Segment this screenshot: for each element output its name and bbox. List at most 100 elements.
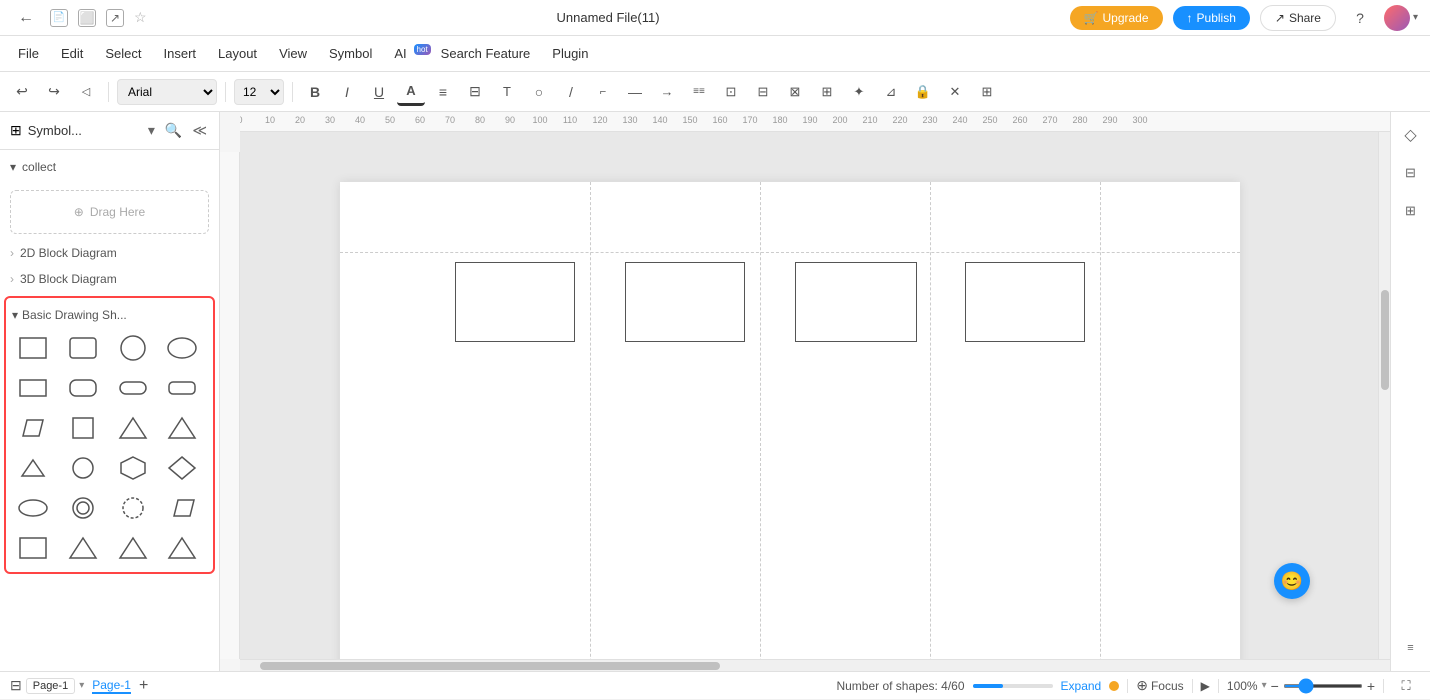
menu-plugin[interactable]: Plugin — [542, 42, 598, 65]
canvas-area[interactable]: 😊 — [240, 132, 1390, 659]
shape-pill[interactable] — [112, 370, 154, 406]
shape-align-tl[interactable]: ⊡ — [717, 78, 745, 106]
canvas-shape-1[interactable] — [455, 262, 575, 342]
shape-parallelogram-right[interactable] — [161, 490, 203, 526]
publish-button[interactable]: ↑ Publish — [1173, 6, 1250, 30]
vertical-scrollbar-thumb[interactable] — [1381, 290, 1389, 390]
right-panel-collapse-button[interactable]: ≡ — [1396, 633, 1426, 663]
expand-link[interactable]: Expand — [1061, 679, 1102, 693]
shape-circle-dashed[interactable] — [112, 490, 154, 526]
shape-triangle-outline[interactable] — [62, 530, 104, 566]
zoom-in-button[interactable]: + — [1367, 678, 1375, 694]
canvas-shape-4[interactable] — [965, 262, 1085, 342]
right-panel-layout-button[interactable]: ⊟ — [1396, 158, 1426, 188]
shape-small-rect[interactable] — [12, 370, 54, 406]
underline-button[interactable]: U — [365, 78, 393, 106]
shape-triangle-right[interactable] — [161, 410, 203, 446]
font-size-select[interactable]: 12 — [234, 79, 284, 105]
font-color-button[interactable]: A — [397, 78, 425, 106]
page-1-dropdown[interactable]: ▾ — [79, 680, 84, 691]
shape-rect-solid[interactable] — [12, 330, 54, 366]
drag-here-zone[interactable]: ⊕ Drag Here — [10, 190, 209, 234]
shape-triangle-sm[interactable] — [12, 450, 54, 486]
back-history-button[interactable]: ◁ — [72, 78, 100, 106]
filter-button[interactable]: ⊿ — [877, 78, 905, 106]
shape-align-tc[interactable]: ⊟ — [749, 78, 777, 106]
align-options-button[interactable]: ⊟ — [461, 78, 489, 106]
table-button[interactable]: ⊞ — [973, 78, 1001, 106]
shape-oval-wide[interactable] — [12, 490, 54, 526]
fullscreen-button[interactable]: ⛶ — [1392, 672, 1420, 700]
menu-ai[interactable]: AI hot — [384, 42, 428, 65]
new-tab-icon[interactable]: ⬜ — [78, 9, 96, 27]
shape-circle-double[interactable] — [62, 490, 104, 526]
export-icon[interactable]: ↗ — [106, 9, 124, 27]
effects-button[interactable]: ✦ — [845, 78, 873, 106]
line-style-button[interactable]: — — [621, 78, 649, 106]
canvas-fab-button[interactable]: 😊 — [1274, 563, 1310, 599]
menu-symbol[interactable]: Symbol — [319, 42, 382, 65]
shape-circle[interactable] — [112, 330, 154, 366]
upgrade-button[interactable]: 🛒 Upgrade — [1070, 6, 1163, 30]
sidebar-search-button[interactable]: 🔍 — [163, 120, 184, 141]
play-button[interactable]: ▶ — [1201, 679, 1210, 693]
sidebar-collapse-button[interactable]: ≪ — [190, 120, 209, 141]
menu-view[interactable]: View — [269, 42, 317, 65]
shape-parallelogram-left[interactable] — [12, 410, 54, 446]
shape-circle-sm[interactable] — [62, 450, 104, 486]
menu-search-feature[interactable]: Search Feature — [431, 42, 541, 65]
shape-rounded-rect2[interactable] — [62, 370, 104, 406]
collect-header[interactable]: ▾ collect — [10, 156, 209, 178]
focus-button[interactable]: ⊕ Focus — [1136, 677, 1183, 694]
shape-wide-rounded[interactable] — [161, 370, 203, 406]
shape-triangle-up[interactable] — [112, 410, 154, 446]
arrow-style-button[interactable]: → — [653, 78, 681, 106]
add-page-button[interactable]: + — [139, 677, 148, 695]
bold-button[interactable]: B — [301, 78, 329, 106]
zoom-slider[interactable] — [1283, 684, 1363, 688]
delete-button[interactable]: ✕ — [941, 78, 969, 106]
shape-rect-outline[interactable] — [12, 530, 54, 566]
shape-order-back[interactable]: ⊠ — [781, 78, 809, 106]
menu-file[interactable]: File — [8, 42, 49, 65]
shape-square[interactable] — [62, 410, 104, 446]
shape-hexagon[interactable] — [112, 450, 154, 486]
shape-rect-rounded[interactable] — [62, 330, 104, 366]
line-options-button[interactable]: ≡≡ — [685, 78, 713, 106]
align-button[interactable]: ≡ — [429, 78, 457, 106]
basic-drawing-header[interactable]: ▾ Basic Drawing Sh... — [12, 304, 207, 330]
share-button[interactable]: ↗ Share — [1260, 5, 1336, 31]
favorite-icon[interactable]: ☆ — [134, 9, 147, 26]
shape-partial-3[interactable] — [112, 530, 154, 566]
sidebar-item-2d-block[interactable]: › 2D Block Diagram — [0, 240, 219, 266]
right-panel-diamond-button[interactable]: ◇ — [1396, 120, 1426, 150]
sidebar-item-3d-block[interactable]: › 3D Block Diagram — [0, 266, 219, 292]
connector-button[interactable]: ⌐ — [589, 78, 617, 106]
page-active-tab[interactable]: Page-1 — [92, 678, 131, 694]
zoom-dropdown[interactable]: ▾ — [1262, 680, 1267, 691]
undo-button[interactable]: ↩ — [8, 78, 36, 106]
line-tool-button[interactable]: / — [557, 78, 585, 106]
canvas-shape-3[interactable] — [795, 262, 917, 342]
redo-button[interactable]: ↪ — [40, 78, 68, 106]
vertical-scrollbar[interactable] — [1378, 132, 1390, 659]
menu-layout[interactable]: Layout — [208, 42, 267, 65]
user-avatar[interactable]: ▾ — [1384, 5, 1418, 31]
menu-edit[interactable]: Edit — [51, 42, 93, 65]
zoom-out-button[interactable]: − — [1271, 678, 1279, 694]
horizontal-scrollbar-thumb[interactable] — [260, 662, 720, 670]
right-panel-grid-button[interactable]: ⊞ — [1396, 196, 1426, 226]
draw-tool-button[interactable]: ○ — [525, 78, 553, 106]
italic-button[interactable]: I — [333, 78, 361, 106]
back-button[interactable]: ← — [12, 4, 40, 32]
help-button[interactable]: ? — [1346, 4, 1374, 32]
shape-diamond[interactable] — [161, 450, 203, 486]
shape-partial-4[interactable] — [161, 530, 203, 566]
sidebar-expand-icon[interactable]: ▾ — [146, 120, 157, 141]
canvas-shape-2[interactable] — [625, 262, 745, 342]
horizontal-scrollbar[interactable] — [240, 659, 1390, 671]
shape-order-front[interactable]: ⊞ — [813, 78, 841, 106]
text-style-button[interactable]: T — [493, 78, 521, 106]
menu-insert[interactable]: Insert — [154, 42, 207, 65]
lock-button[interactable]: 🔒 — [909, 78, 937, 106]
